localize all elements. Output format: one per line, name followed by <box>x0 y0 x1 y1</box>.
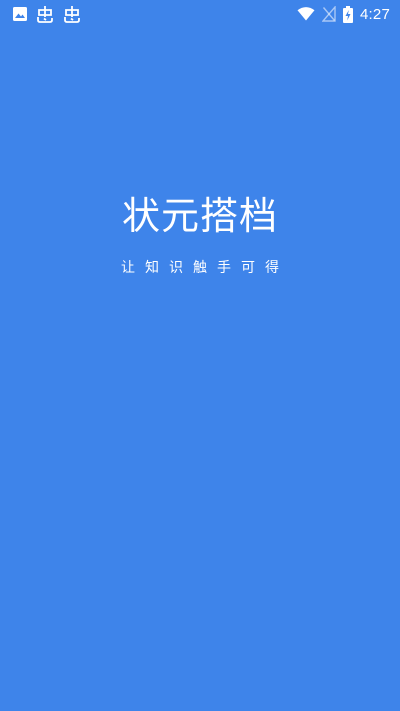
status-bar-notifications <box>12 5 89 23</box>
wifi-icon <box>297 7 315 21</box>
status-time: 4:27 <box>360 5 390 23</box>
battery-charging-icon <box>343 5 353 23</box>
no-signal-icon <box>322 6 336 22</box>
app-title: 状元搭档 <box>121 194 278 238</box>
image-notification-icon <box>12 6 28 22</box>
status-bar: 4:27 <box>0 0 400 28</box>
app-slogan: 让知识触手可得 <box>121 260 289 276</box>
bug-notification-icon <box>62 5 82 23</box>
splash-content: 状元搭档 让知识触手可得 <box>0 190 400 278</box>
bug-notification-icon <box>35 5 55 23</box>
status-bar-system: 4:27 <box>290 5 390 23</box>
